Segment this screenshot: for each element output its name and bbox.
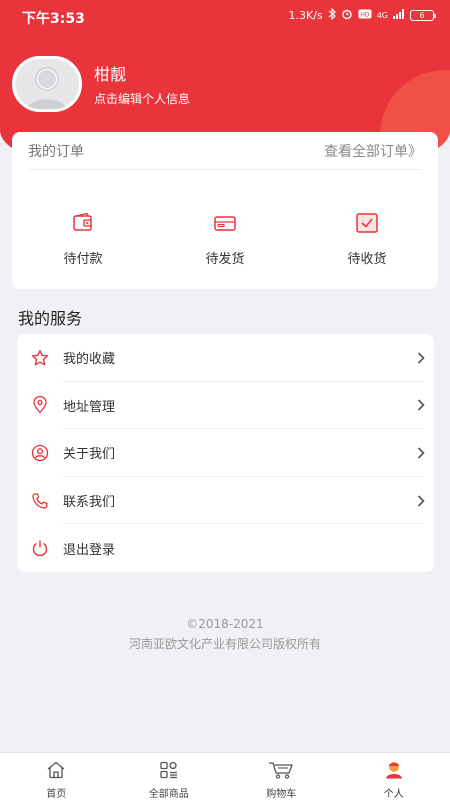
network-speed: 1.3K/s (288, 9, 323, 22)
chevron-right-icon (408, 447, 434, 459)
bluetooth-icon (328, 7, 336, 23)
grid-icon (159, 761, 179, 782)
status-time: 下午3:53 (22, 11, 85, 27)
chevron-right-icon (408, 399, 434, 411)
service-contact[interactable]: 联系我们 (17, 477, 434, 525)
status-bar: 下午3:53 1.3K/s HD 4G 6 (0, 0, 450, 32)
phone-icon (17, 492, 63, 510)
view-all-orders-link[interactable]: 查看全部订单》 (324, 141, 422, 161)
receive-icon (355, 212, 379, 238)
services-title: 我的服务 (18, 309, 83, 328)
orders-card: 我的订单 查看全部订单》 待付款 待发货 待收货 (12, 132, 438, 289)
order-pending-receipt-label: 待收货 (347, 252, 387, 267)
edit-profile-hint[interactable]: 点击编辑个人信息 (94, 90, 190, 107)
order-pending-payment[interactable]: 待付款 (33, 212, 133, 267)
tab-all-products[interactable]: 全部商品 (113, 753, 226, 800)
tab-cart-label: 购物车 (266, 789, 297, 800)
tab-home-label: 首页 (46, 789, 67, 800)
profile-header[interactable]: 柑靓 点击编辑个人信息 (12, 56, 190, 112)
tab-profile[interactable]: 个人 (338, 753, 450, 800)
tab-all-products-label: 全部商品 (148, 789, 189, 800)
service-favorites-label: 我的收藏 (63, 352, 116, 368)
person-icon (384, 761, 404, 782)
service-contact-label: 联系我们 (63, 495, 116, 511)
service-about[interactable]: 关于我们 (17, 429, 434, 477)
battery-icon: 6 (410, 10, 436, 21)
services-card: 我的收藏 地址管理 关于我们 联系我们 退出登录 (17, 334, 434, 572)
alarm-icon (341, 8, 353, 23)
service-logout-label: 退出登录 (63, 542, 116, 558)
bottom-tab-bar: 首页 全部商品 购物车 个人 (0, 752, 450, 800)
chevron-right-icon (408, 352, 434, 364)
order-pending-payment-label: 待付款 (63, 252, 103, 267)
default-avatar-icon (15, 59, 79, 109)
service-about-label: 关于我们 (63, 447, 116, 463)
power-icon (17, 539, 63, 557)
box-icon (213, 212, 237, 238)
service-favorites[interactable]: 我的收藏 (17, 334, 434, 382)
tab-profile-label: 个人 (383, 789, 404, 800)
order-pending-shipment-label: 待发货 (205, 252, 245, 267)
wallet-icon (71, 212, 95, 238)
star-icon (17, 349, 63, 367)
copyright-company: 河南亚欧文化产业有限公司版权所有 (128, 637, 321, 651)
signal-icon (393, 9, 405, 22)
svg-text:HD: HD (360, 12, 370, 19)
profile-name: 柑靓 (94, 65, 127, 84)
avatar[interactable] (12, 56, 82, 112)
hd-icon: HD (358, 9, 372, 22)
home-icon (46, 761, 66, 782)
orders-title: 我的订单 (28, 143, 84, 160)
tab-home[interactable]: 首页 (0, 753, 113, 800)
tab-cart[interactable]: 购物车 (225, 753, 338, 800)
network-type: 4G (376, 11, 388, 20)
chevron-right-icon (408, 495, 434, 507)
location-icon (17, 396, 63, 414)
user-circle-icon (17, 444, 63, 462)
service-address[interactable]: 地址管理 (17, 382, 434, 430)
copyright-years: ©2018-2021 (186, 617, 264, 631)
service-logout[interactable]: 退出登录 (17, 524, 434, 572)
order-pending-receipt[interactable]: 待收货 (317, 212, 417, 267)
cart-icon (268, 761, 294, 782)
order-pending-shipment[interactable]: 待发货 (175, 212, 275, 267)
service-address-label: 地址管理 (63, 399, 116, 415)
